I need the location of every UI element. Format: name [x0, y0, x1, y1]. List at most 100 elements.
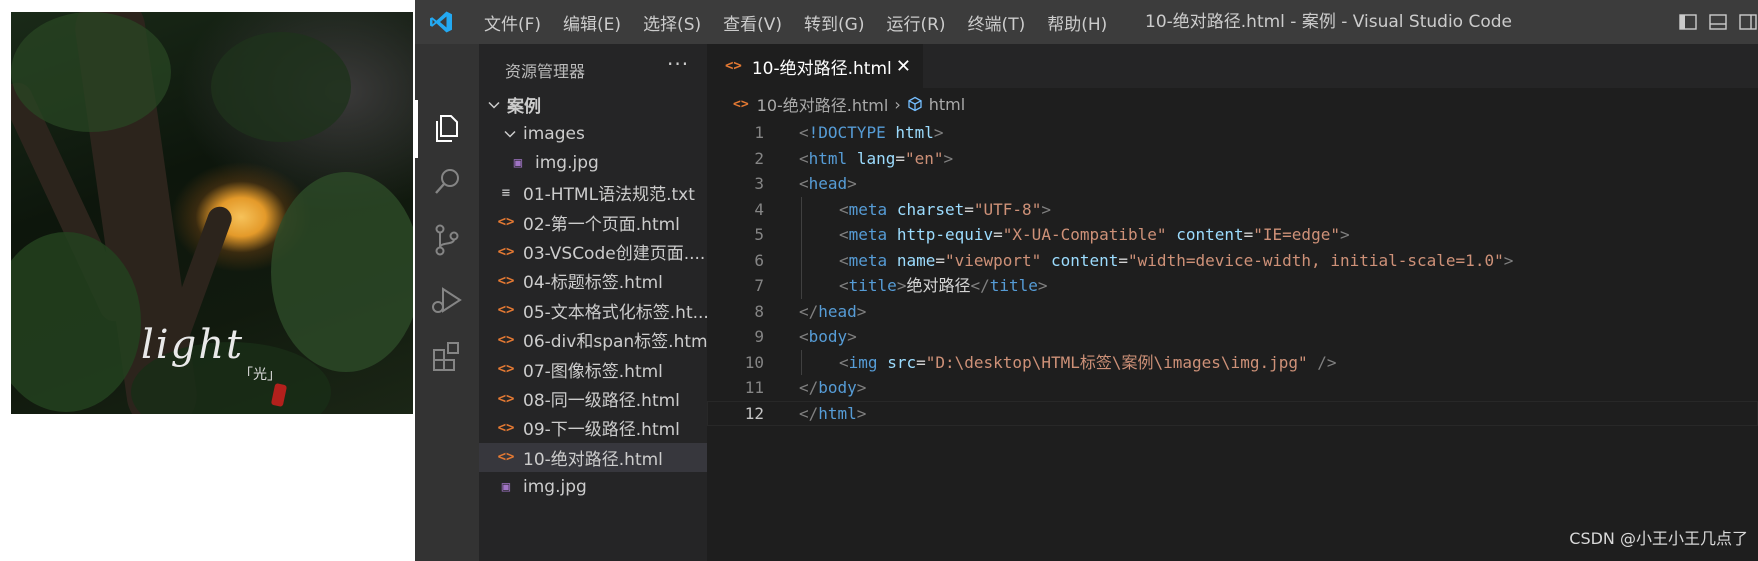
code-line[interactable]: 6 <meta name="viewport" content="width=de… [707, 247, 1758, 274]
tab-active-file[interactable]: <> 10-绝对路径.html ✕ [707, 44, 923, 88]
line-number: 5 [754, 225, 764, 244]
menu-view[interactable]: 查看(V) [712, 10, 793, 35]
code-line[interactable]: 1 <!DOCTYPE html> [707, 120, 1758, 146]
tree-file[interactable]: <> 08-同一级路径.html [479, 384, 707, 413]
run-debug-icon[interactable] [427, 280, 467, 320]
code-line[interactable]: 5 <meta http-equiv="X-UA-Compatible" cont… [707, 222, 1758, 248]
tree-item-label: 10-绝对路径.html [523, 449, 663, 470]
code-line[interactable]: 9 <body> [707, 324, 1758, 350]
code-line[interactable]: 11 </body> [707, 375, 1758, 401]
code-token-tag: meta [848, 250, 888, 270]
image-file-icon: ▣ [501, 478, 511, 495]
tree-file[interactable]: <> 06-div和span标签.html [479, 325, 707, 354]
tree-item-label: 02-第一个页面.html [523, 214, 680, 235]
tree-file[interactable]: <> 03-VSCode创建页面.... [479, 237, 707, 266]
breadcrumb-symbol[interactable]: html [929, 95, 965, 114]
code-line[interactable]: 8 </head> [707, 299, 1758, 325]
menu-terminal[interactable]: 终端(T) [957, 10, 1037, 35]
menu-file[interactable]: 文件(F) [473, 10, 552, 35]
tab-label: 10-绝对路径.html [751, 58, 892, 79]
menu-go[interactable]: 转到(G) [793, 10, 875, 35]
line-number: 12 [744, 403, 764, 423]
code-token-tag: html [818, 403, 857, 423]
code-text: </html> [799, 401, 866, 427]
code-line[interactable]: 2 <html lang="en"> [707, 146, 1758, 172]
code-line[interactable]: 10 <img src="D:\desktop\HTML标签\案例\images\… [707, 349, 1758, 376]
tree-file[interactable]: <> 02-第一个页面.html [479, 208, 707, 237]
vscode-window: 文件(F) 编辑(E) 选择(S) 查看(V) 转到(G) 运行(R) 终端(T… [415, 0, 1758, 561]
code-token-str: "width=device-width, initial-scale=1.0" [1128, 250, 1504, 270]
code-token-punc: </ [799, 301, 819, 321]
menu-selection[interactable]: 选择(S) [632, 10, 712, 35]
code-line[interactable]: 3 <head> [707, 171, 1758, 197]
toggle-sidebar-icon[interactable] [1678, 12, 1698, 32]
tree-file[interactable]: ▣ img.jpg [479, 472, 707, 501]
code-text: <meta name="viewport" content="width=dev… [839, 248, 1513, 274]
activity-bar [415, 44, 479, 561]
tree-file[interactable]: <> 04-标题标签.html [479, 266, 707, 295]
code-token-punc: < [799, 123, 809, 142]
explorer-icon[interactable] [427, 108, 467, 148]
code-token-punc: < [839, 225, 849, 244]
close-tab-icon[interactable]: ✕ [896, 56, 911, 77]
code-token-tag: head [808, 174, 848, 193]
toggle-panel-icon[interactable] [1708, 12, 1728, 32]
extensions-icon[interactable] [427, 336, 467, 376]
chevron-down-icon[interactable] [503, 127, 517, 141]
code-token-punc: < [839, 352, 849, 372]
code-text: <img src="D:\desktop\HTML标签\案例\images\im… [839, 350, 1337, 376]
menu-edit[interactable]: 编辑(E) [552, 10, 632, 35]
chevron-down-icon[interactable] [487, 98, 501, 112]
more-actions-icon[interactable]: ··· [667, 52, 689, 76]
code-token-punc: < [799, 148, 809, 168]
code-line[interactable]: 4 <meta charset="UTF-8"> [707, 196, 1758, 222]
tree-item-label: images [523, 123, 585, 144]
code-editor[interactable]: 1 <!DOCTYPE html> 2 <html lang="en"> 3 <head>… [707, 120, 1758, 426]
html-file-icon: <> [497, 361, 515, 378]
menu-help[interactable]: 帮助(H) [1036, 10, 1118, 35]
tree-file[interactable]: <> 09-下一级路径.html [479, 413, 707, 442]
code-token-punc: > [856, 378, 867, 397]
code-token-attr: charset [896, 199, 965, 219]
tree-folder[interactable]: images [479, 119, 707, 148]
html-file-icon: <> [497, 243, 515, 260]
search-icon[interactable] [427, 162, 467, 202]
source-control-icon[interactable] [427, 220, 467, 260]
line-number: 11 [744, 378, 764, 397]
code-text: <!DOCTYPE html> [799, 120, 944, 146]
code-token-attr: content [1050, 250, 1119, 270]
breadcrumb-file[interactable]: 10-绝对路径.html [757, 92, 889, 116]
code-token-attr: name [896, 250, 936, 270]
tree-folder[interactable]: 案例 [479, 90, 707, 119]
vscode-logo-icon[interactable] [429, 10, 453, 34]
line-number: 9 [754, 327, 764, 346]
line-number: 2 [754, 148, 764, 168]
code-token-punc: > [856, 301, 867, 321]
toggle-secondary-sidebar-icon[interactable] [1738, 12, 1758, 32]
code-token-tag: meta [848, 225, 888, 244]
code-token-punc: < [839, 199, 849, 219]
code-token-punc: </ [799, 403, 819, 423]
code-token-attr: src [887, 352, 917, 372]
menu-run[interactable]: 运行(R) [875, 10, 956, 35]
code-token-text: = [993, 225, 1003, 244]
code-token-punc: > [1503, 250, 1514, 270]
tree-file[interactable]: ≡ 01-HTML语法规范.txt [479, 178, 707, 207]
tree-item-label: img.jpg [535, 153, 599, 174]
code-token-tag: title [989, 276, 1038, 295]
tree-file[interactable]: <> 07-图像标签.html [479, 355, 707, 384]
tree-file[interactable]: <> 05-文本格式化标签.ht... [479, 296, 707, 325]
code-line[interactable]: 7 <title>绝对路径</title> [707, 273, 1758, 299]
code-text: <head> [799, 171, 857, 197]
tree-file[interactable]: <> 10-绝对路径.html [479, 442, 707, 472]
rendered-image: light 「光」 [11, 12, 413, 414]
code-line[interactable]: 12 </html> [707, 401, 1758, 427]
tree-file[interactable]: ▣ img.jpg [479, 149, 707, 178]
code-token-punc: > [896, 276, 907, 295]
html-file-icon: <> [725, 58, 742, 74]
code-token-text: = [964, 199, 974, 219]
